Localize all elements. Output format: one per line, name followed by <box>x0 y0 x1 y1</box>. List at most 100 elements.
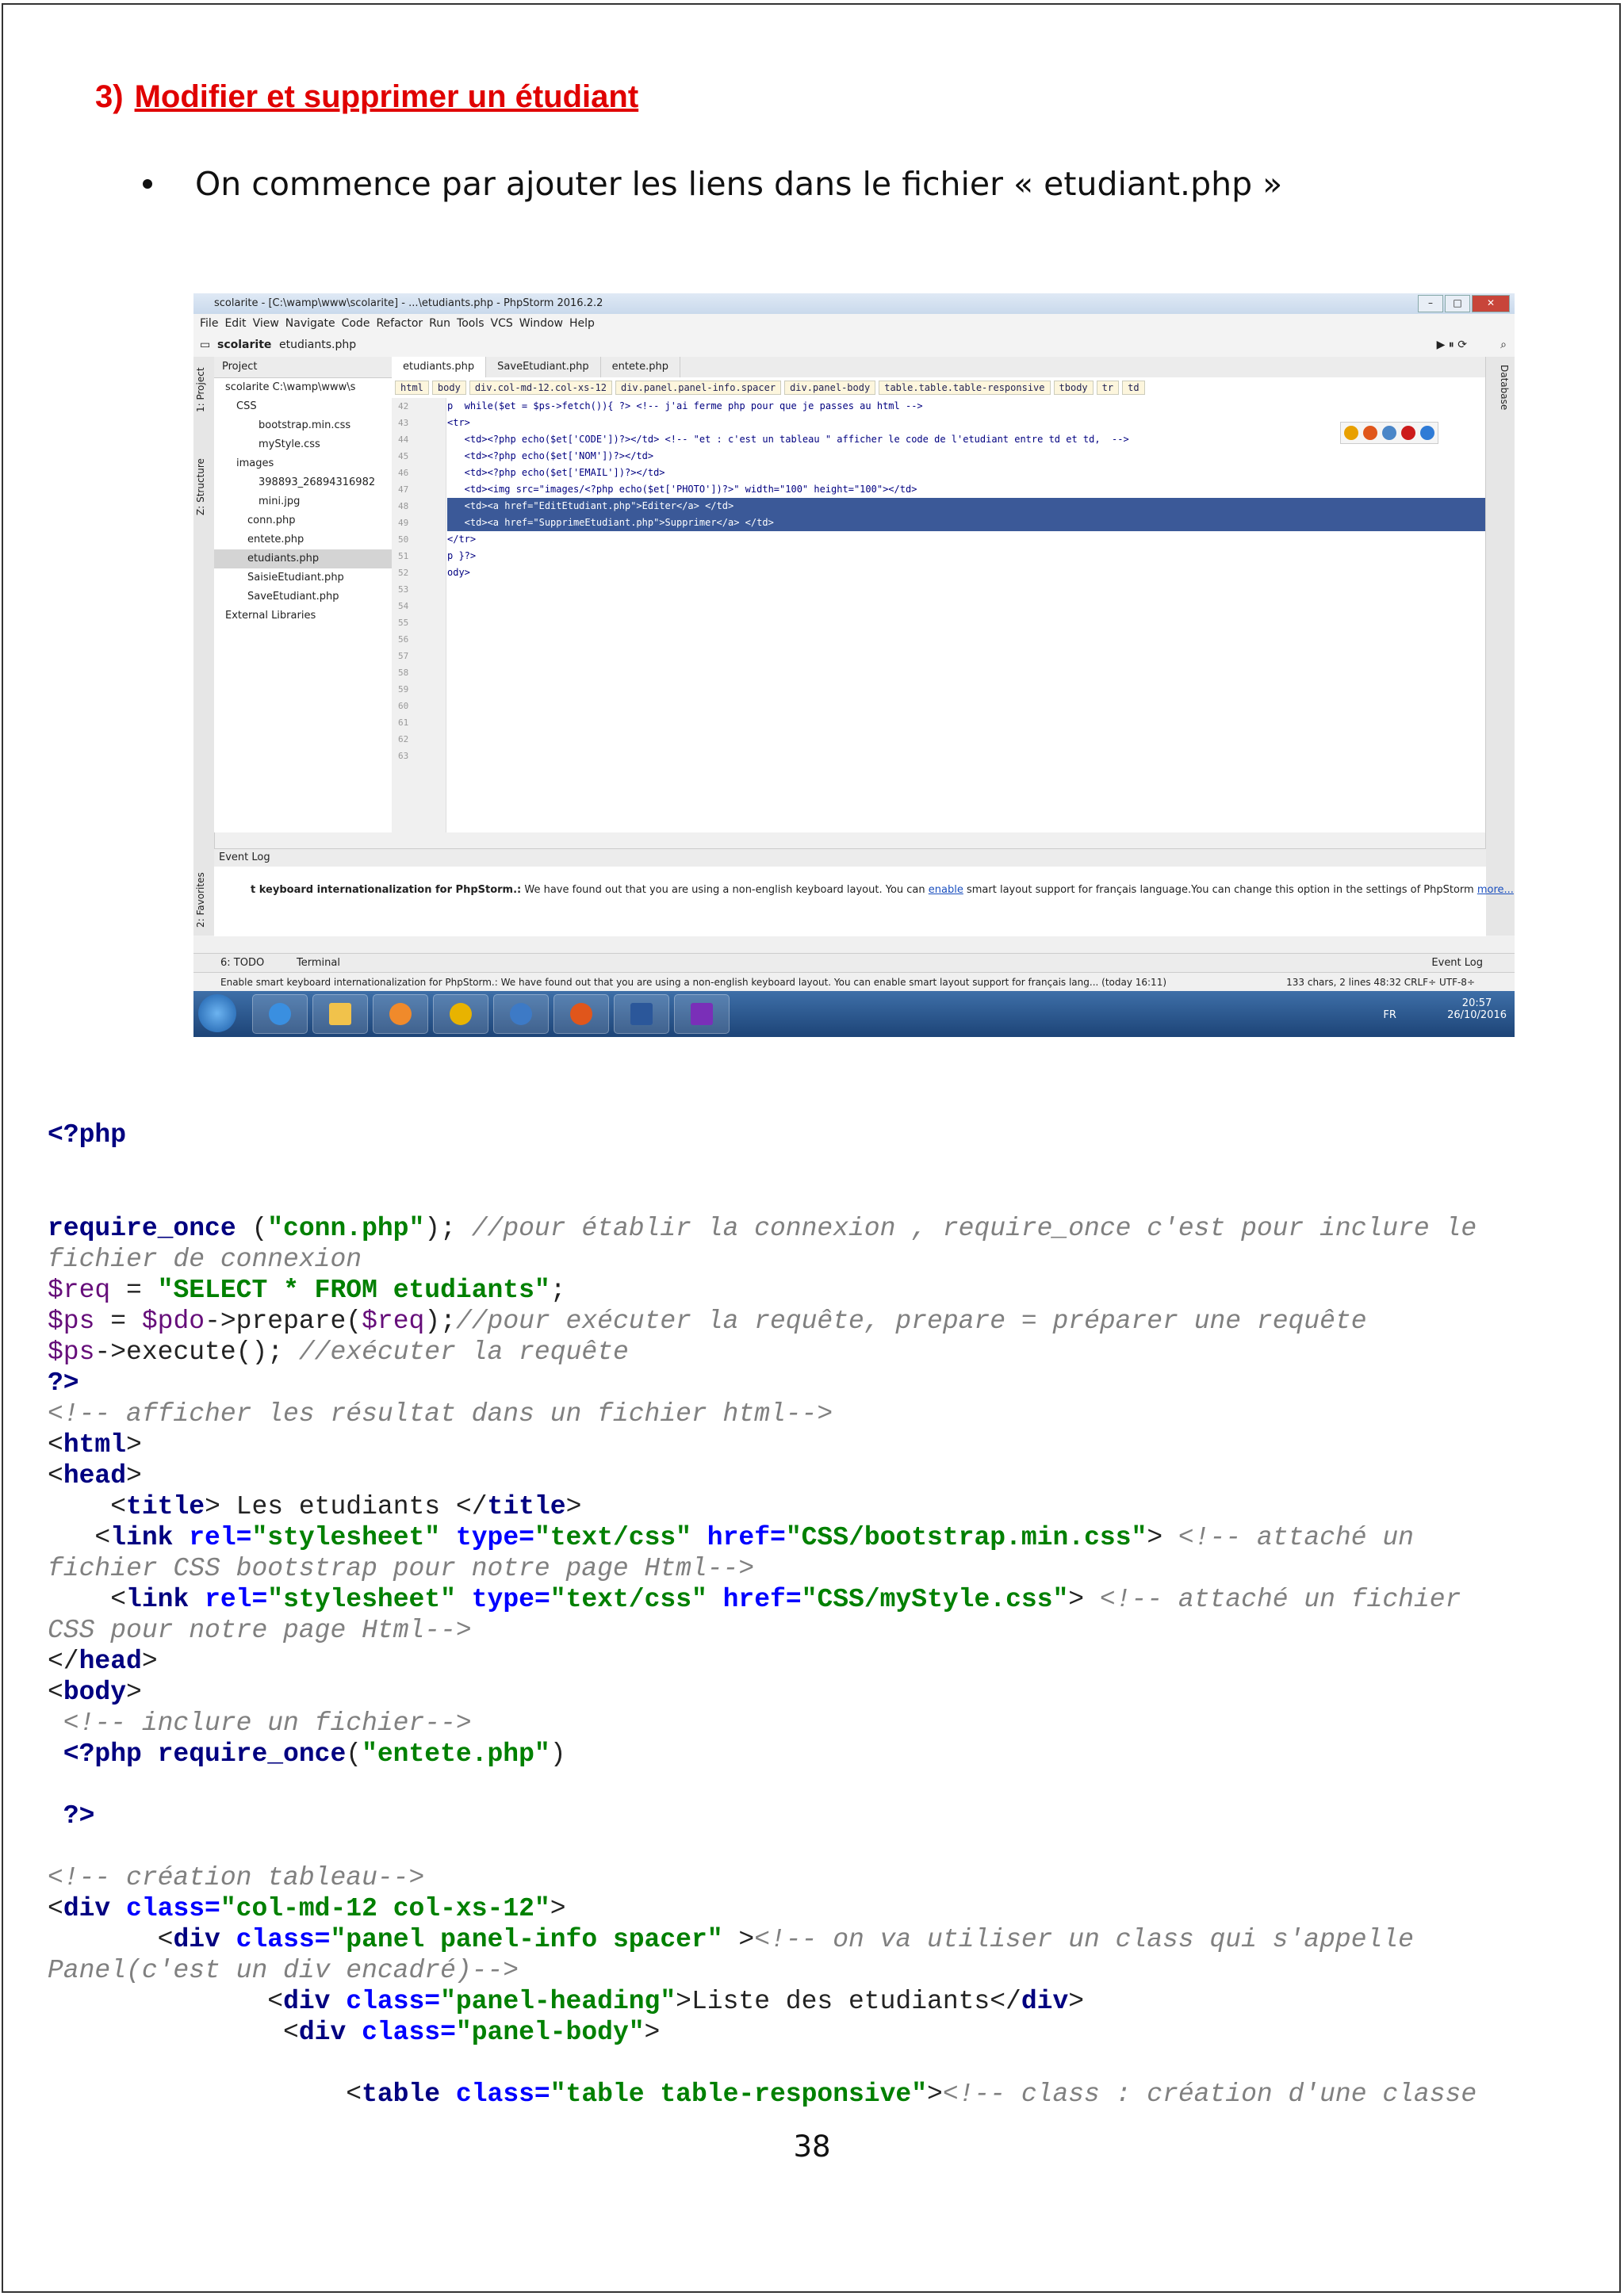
breadcrumb-item[interactable]: div.panel-body <box>784 381 876 395</box>
taskbar-media[interactable] <box>373 994 428 1034</box>
taskbar-word[interactable] <box>614 994 669 1034</box>
strip-project[interactable]: 1: Project <box>195 367 206 412</box>
breadcrumb-item[interactable]: html <box>395 381 429 395</box>
code-line: $req = "SELECT * FROM etudiants"; <box>48 1276 566 1305</box>
breadcrumb-item[interactable]: tbody <box>1053 381 1094 395</box>
menu-item[interactable]: Tools <box>457 317 485 330</box>
tree-item[interactable]: SaveEtudiant.php <box>214 587 392 607</box>
ide-statusbar: Enable smart keyboard internationalizati… <box>193 972 1515 992</box>
editor-line: ody> <box>447 567 470 578</box>
code-line: $ps->execute(); //exécuter la requête <box>48 1337 629 1367</box>
code-line: $ps = $pdo->prepare($req);//pour exécute… <box>48 1307 1367 1336</box>
taskbar-ie[interactable] <box>252 994 308 1034</box>
tray-time: 20:57 <box>1461 997 1492 1009</box>
line-number: 63 <box>398 751 409 761</box>
strip-structure[interactable]: Z: Structure <box>195 458 206 515</box>
tree-item[interactable]: External Libraries <box>214 607 392 626</box>
tree-item[interactable]: bootstrap.min.css <box>214 416 392 435</box>
taskbar-app[interactable] <box>493 994 549 1034</box>
editor-tab[interactable]: entete.php <box>601 357 680 377</box>
code-line: <link rel="stylesheet" type="text/css" h… <box>48 1523 1414 1552</box>
menu-item[interactable]: Run <box>429 317 450 330</box>
taskbar-chrome[interactable] <box>433 994 488 1034</box>
strip-favorites[interactable]: 2: Favorites <box>195 872 206 928</box>
maximize-button[interactable]: □ <box>1445 295 1470 312</box>
editor-tab[interactable]: etudiants.php <box>392 357 487 377</box>
code-editor[interactable]: 42 43 44 45 46 47 48 49 50 51 52 53 54 55 56 57 58 59 60 61… <box>392 398 1486 832</box>
line-number: 58 <box>398 668 409 678</box>
terminal-tab[interactable]: Terminal <box>297 957 340 969</box>
tree-item[interactable]: 398893_26894316982 <box>214 473 392 492</box>
event-log-tab[interactable]: Event Log <box>1431 957 1483 969</box>
tree-item[interactable]: scolarite C:\wamp\www\s <box>214 378 392 397</box>
ide-right-toolstrip: Database <box>1485 357 1515 936</box>
event-log-enable-link[interactable]: enable <box>929 884 963 896</box>
section-number: 3) <box>95 79 124 114</box>
tree-item[interactable]: myStyle.css <box>214 435 392 454</box>
minimize-button[interactable]: – <box>1418 295 1443 312</box>
folder-icon: ▭ <box>200 339 211 351</box>
breadcrumb-item[interactable]: td <box>1122 381 1145 395</box>
breadcrumb-item[interactable]: div.col-md-12.col-xs-12 <box>469 381 612 395</box>
menu-item[interactable]: File <box>200 317 218 330</box>
menu-item[interactable]: Edit <box>224 317 246 330</box>
taskbar-phpstorm[interactable] <box>674 994 730 1034</box>
menu-item[interactable]: Refactor <box>376 317 423 330</box>
ie-icon[interactable] <box>1420 426 1434 440</box>
search-icon[interactable]: ⌕ <box>1500 339 1507 351</box>
breadcrumb-item[interactable]: body <box>431 381 466 395</box>
ide-titlebar: scolarite - [C:\wamp\www\scolarite] - ..… <box>193 293 1515 314</box>
event-log-bold: t keyboard internationalization for PhpS… <box>251 884 522 896</box>
editor-line: </tr> <box>447 534 477 545</box>
run-icon[interactable]: ▶ ⏸ ⟳ <box>1437 339 1467 351</box>
code-line: <?php require_once("entete.php") <box>48 1739 566 1769</box>
line-number: 48 <box>398 501 409 511</box>
tray-language[interactable]: FR <box>1383 1009 1396 1021</box>
start-button[interactable] <box>198 994 236 1032</box>
code-line: CSS pour notre page Html--> <box>48 1616 472 1645</box>
editor-tab[interactable]: SaveEtudiant.php <box>486 357 601 377</box>
line-number: 57 <box>398 651 409 661</box>
breadcrumb-item[interactable]: div.panel.panel-info.spacer <box>615 381 782 395</box>
firefox-icon[interactable] <box>1363 426 1377 440</box>
line-number: 54 <box>398 601 409 611</box>
line-number: 49 <box>398 518 409 528</box>
close-button[interactable]: ✕ <box>1472 295 1510 312</box>
strip-database[interactable]: Database <box>1499 365 1510 410</box>
menu-item[interactable]: Help <box>569 317 595 330</box>
editor-tabs: etudiants.php SaveEtudiant.php entete.php <box>392 357 1486 378</box>
taskbar-explorer[interactable] <box>312 994 368 1034</box>
line-number: 60 <box>398 701 409 711</box>
project-header[interactable]: Project <box>214 357 392 378</box>
tree-item[interactable]: CSS <box>214 397 392 416</box>
menu-item[interactable]: VCS <box>491 317 513 330</box>
menu-item[interactable]: Navigate <box>285 317 335 330</box>
tree-item[interactable]: entete.php <box>214 530 392 549</box>
bullet-dot <box>143 179 152 189</box>
menu-item[interactable]: Code <box>342 317 370 330</box>
nav-file[interactable]: etudiants.php <box>279 339 356 351</box>
tree-item[interactable]: SaisieEtudiant.php <box>214 568 392 587</box>
line-number: 61 <box>398 718 409 728</box>
code-line: <!-- inclure un fichier--> <box>48 1709 472 1738</box>
todo-tab[interactable]: 6: TODO <box>220 957 264 969</box>
tree-item[interactable]: mini.jpg <box>214 492 392 511</box>
line-number: 47 <box>398 484 409 495</box>
breadcrumb-item[interactable]: table.table.table-responsive <box>879 381 1051 395</box>
project-panel: Project scolarite C:\wamp\www\s CSS bootst… <box>214 357 393 832</box>
nav-project[interactable]: scolarite <box>217 339 271 351</box>
safari-icon[interactable] <box>1382 426 1396 440</box>
tree-item[interactable]: images <box>214 454 392 473</box>
menu-item[interactable]: Window <box>519 317 563 330</box>
bullet-text: On commence par ajouter les liens dans l… <box>195 165 1283 203</box>
tree-item[interactable]: conn.php <box>214 511 392 530</box>
opera-icon[interactable] <box>1401 426 1415 440</box>
menu-item[interactable]: View <box>253 317 279 330</box>
system-tray: FR 20:57 26/10/2016 <box>1383 997 1507 1021</box>
code-line: ?> <box>48 1801 95 1831</box>
taskbar-firefox[interactable] <box>553 994 609 1034</box>
breadcrumb-item[interactable]: tr <box>1096 381 1120 395</box>
chrome-icon[interactable] <box>1344 426 1358 440</box>
tree-item[interactable]: etudiants.php <box>214 549 392 568</box>
event-log-more-link[interactable]: more... <box>1477 884 1514 896</box>
